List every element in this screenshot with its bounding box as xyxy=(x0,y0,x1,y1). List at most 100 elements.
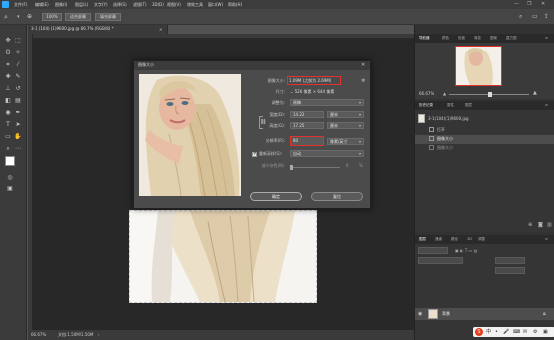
mail-icon[interactable]: ✉ xyxy=(523,328,527,336)
stamp-tool-icon[interactable]: ⊥ xyxy=(4,85,12,93)
navigator-thumbnail[interactable] xyxy=(455,46,502,86)
eraser-tool-icon[interactable]: ◧ xyxy=(4,97,12,105)
tab-paths[interactable]: 路径 xyxy=(451,236,458,243)
history-item[interactable]: 图像大小 xyxy=(415,144,554,153)
tab-layers-alt[interactable]: 图层 xyxy=(465,102,472,109)
menu-window[interactable]: 窗口(W) xyxy=(208,1,223,8)
fill-field[interactable] xyxy=(495,267,525,274)
settings-gear-icon[interactable]: ✲ xyxy=(361,78,365,84)
tab-channels[interactable]: 通道 xyxy=(435,236,442,243)
history-item[interactable]: 图像大小 xyxy=(415,135,554,144)
document-tab[interactable]: 3-1 (104) (1)9600.jpg @ 66.7% (RGB/8) * … xyxy=(28,25,168,34)
dimensions-value[interactable]: ⌄ 526 像素 × 644 像素 xyxy=(290,89,334,95)
share-icon[interactable]: ⇪ xyxy=(544,13,549,21)
status-zoom[interactable]: 66.67% xyxy=(31,332,46,338)
path-select-icon[interactable]: ➤ xyxy=(14,121,22,129)
menu-3d[interactable]: 3D(D) xyxy=(152,1,164,8)
height-unit-select[interactable]: 厘米 ▾ xyxy=(327,122,364,129)
reduce-noise-slider[interactable] xyxy=(290,167,340,168)
menu-filter[interactable]: 滤镜(T) xyxy=(133,1,147,8)
hand-tool-icon[interactable]: ✋ xyxy=(14,133,22,141)
zoom-value-field[interactable]: 100% xyxy=(42,13,62,21)
blur-tool-icon[interactable]: ◉ xyxy=(4,109,12,117)
ok-button[interactable]: 确定 xyxy=(250,192,302,201)
history-brush-icon[interactable]: ↺ xyxy=(14,85,22,93)
maximize-icon[interactable]: ❐ xyxy=(527,1,531,8)
layer-row[interactable]: ◉ 背景 🔒︎ xyxy=(415,308,554,320)
resolution-unit-select[interactable]: 像素/英寸 ▾ xyxy=(327,138,364,145)
minimize-icon[interactable]: — xyxy=(514,1,519,8)
magic-wand-icon[interactable]: ✧ xyxy=(14,49,22,57)
layer-filter-select[interactable] xyxy=(418,247,448,254)
zoom-tool-icon[interactable]: ⌕ xyxy=(4,145,12,153)
close-icon[interactable]: ✕ xyxy=(541,1,545,8)
menu-type[interactable]: 文字(Y) xyxy=(94,1,108,8)
chevron-down-icon[interactable]: ▾ xyxy=(17,13,20,21)
lasso-tool-icon[interactable]: ʘ xyxy=(4,49,12,57)
dialog-titlebar[interactable]: 图像大小 ✕ xyxy=(134,61,370,70)
ime-logo-icon[interactable]: S xyxy=(475,328,483,336)
tab-3d[interactable]: 3D xyxy=(467,236,472,243)
dialog-close-icon[interactable]: ✕ xyxy=(361,62,365,69)
history-item[interactable]: 打开 xyxy=(415,126,554,135)
shape-tool-icon[interactable]: ▭ xyxy=(4,133,12,141)
resolution-field[interactable]: 80 xyxy=(290,136,324,146)
keyboard-icon[interactable]: ⌨ xyxy=(513,328,520,336)
snapshot-thumbnail[interactable] xyxy=(418,114,425,123)
gradient-tool-icon[interactable]: ▤ xyxy=(14,97,22,105)
reduce-noise-thumb[interactable] xyxy=(290,165,293,170)
fill-screen-button[interactable]: 填充屏幕 xyxy=(95,13,121,21)
settings-icon[interactable]: ⚙ xyxy=(533,328,537,336)
document-canvas[interactable] xyxy=(129,210,317,303)
workspace-icon[interactable]: ▭ xyxy=(532,13,538,21)
menu-image[interactable]: 图像(I) xyxy=(55,1,67,8)
navigator-zoom[interactable]: 66.67% xyxy=(419,91,434,97)
zoom-in-icon[interactable]: ▲ xyxy=(533,90,537,96)
tab-history[interactable]: 历史记录 xyxy=(419,102,433,109)
microphone-icon[interactable]: 🎤 xyxy=(503,328,509,336)
foreground-color-swatch[interactable] xyxy=(5,156,15,166)
zoom-in-icon[interactable]: ⊕ xyxy=(27,13,32,21)
width-unit-select[interactable]: 厘米 ▾ xyxy=(327,111,364,118)
ime-punctuation-icon[interactable]: • xyxy=(495,328,498,336)
tab-color[interactable]: 颜色 xyxy=(442,35,449,42)
filter-icons[interactable]: ▣ ◐ T ▭ ▤ xyxy=(455,247,477,254)
reset-button[interactable]: 复位 xyxy=(311,192,363,201)
eyedropper-icon[interactable]: ⁄ xyxy=(14,61,22,69)
marquee-tool-icon[interactable]: ⬚ xyxy=(14,37,22,45)
crop-tool-icon[interactable]: ⌗ xyxy=(4,61,12,69)
height-field[interactable]: 17.25 xyxy=(290,122,324,129)
quick-mask-icon[interactable]: ◎ xyxy=(6,174,14,182)
tab-histogram[interactable]: 直方图 xyxy=(506,35,517,42)
tab-layers[interactable]: 图层 xyxy=(419,236,426,243)
menu-view[interactable]: 视图(V) xyxy=(167,1,181,8)
close-tab-icon[interactable]: ✕ xyxy=(159,26,162,33)
healing-brush-icon[interactable]: ✚ xyxy=(4,73,12,81)
brush-tool-icon[interactable]: ✎ xyxy=(14,73,22,81)
move-tool-icon[interactable]: ✥ xyxy=(4,37,12,45)
navigator-zoom-thumb[interactable] xyxy=(488,92,492,97)
panel-menu-icon[interactable]: ≡ xyxy=(545,236,548,243)
delete-icon[interactable]: ▥ xyxy=(547,222,552,228)
pen-tool-icon[interactable]: ✒ xyxy=(14,109,22,117)
tab-properties[interactable]: 属性 xyxy=(447,102,454,109)
panel-menu-icon[interactable]: ≡ xyxy=(545,102,548,109)
screen-mode-icon[interactable]: ▣ xyxy=(6,185,14,193)
status-arrow-icon[interactable]: › xyxy=(98,332,100,338)
menu-select[interactable]: 选择(S) xyxy=(113,1,127,8)
menu-layer[interactable]: 图层(L) xyxy=(75,1,88,8)
opacity-field[interactable] xyxy=(495,257,525,264)
skin-icon[interactable]: ▣ xyxy=(543,328,548,336)
blend-mode-select[interactable] xyxy=(418,257,463,264)
visibility-eye-icon[interactable]: ◉ xyxy=(418,311,422,317)
menu-plugins[interactable]: 增效工具 xyxy=(187,1,203,8)
type-tool-icon[interactable]: T xyxy=(4,121,12,129)
fit-to-select[interactable]: 原稿 ▾ xyxy=(290,99,364,106)
tab-gradients[interactable]: 渐变 xyxy=(474,35,481,42)
camera-icon[interactable]: ◙ xyxy=(538,222,543,228)
tab-navigator[interactable]: 导航器 xyxy=(419,35,430,42)
history-snapshot-name[interactable]: 3-1(104)(1)9600.jpg xyxy=(428,116,469,122)
image-preview[interactable] xyxy=(139,74,241,196)
zoom-out-icon[interactable]: ▲ xyxy=(443,91,446,97)
more-tools-icon[interactable]: ⋯ xyxy=(14,145,22,153)
